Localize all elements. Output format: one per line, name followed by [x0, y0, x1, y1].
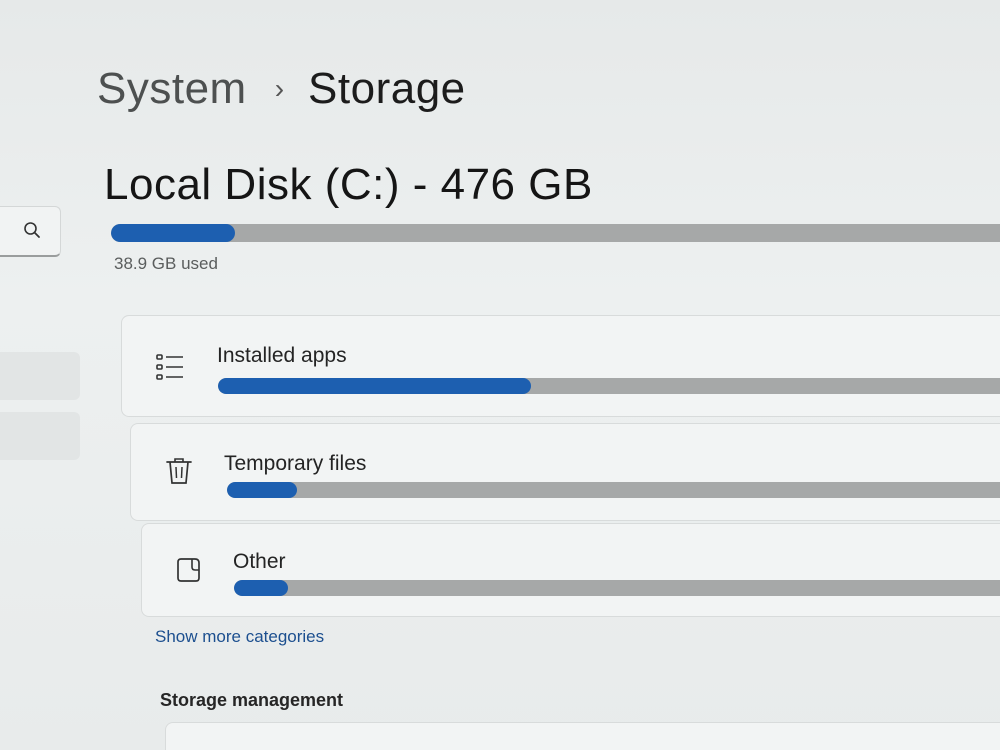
category-label: Other — [233, 550, 286, 573]
category-installed-apps[interactable]: Installed apps — [121, 315, 1000, 417]
storage-management-card[interactable] — [165, 722, 1000, 750]
disk-usage-fill — [111, 224, 236, 242]
breadcrumb-system[interactable]: System — [97, 64, 247, 114]
disk-title: Local Disk (C:) - 476 GB — [104, 160, 593, 209]
disk-usage-bar — [111, 224, 1000, 242]
chevron-right-icon: › — [274, 73, 285, 104]
category-temporary-files[interactable]: Temporary files — [130, 423, 1000, 521]
other-icon — [177, 558, 200, 582]
category-usage-fill — [227, 482, 297, 498]
category-usage-fill — [234, 580, 288, 596]
disk-used-text: 38.9 GB used — [114, 254, 218, 273]
page-title: Storage — [308, 64, 466, 113]
storage-management-heading: Storage management — [160, 690, 344, 710]
search-box[interactable] — [0, 206, 61, 257]
category-label: Installed apps — [217, 344, 347, 367]
category-other[interactable]: Other — [141, 523, 1000, 617]
category-usage-bar — [234, 580, 1000, 596]
show-more-categories-link[interactable]: Show more categories — [155, 627, 324, 647]
breadcrumb: System › Storage — [97, 64, 466, 114]
list-icon — [156, 354, 183, 380]
nav-item[interactable] — [0, 352, 80, 400]
category-usage-bar — [227, 482, 1000, 498]
trash-icon — [166, 458, 192, 484]
nav-item[interactable] — [0, 412, 80, 460]
category-label: Temporary files — [224, 452, 367, 475]
category-usage-fill — [218, 378, 532, 394]
settings-window: System › Storage Local Disk (C:) - 476 G… — [0, 0, 1000, 750]
category-usage-bar — [218, 378, 1000, 394]
search-icon — [24, 222, 40, 238]
nav-pane — [0, 0, 82, 750]
